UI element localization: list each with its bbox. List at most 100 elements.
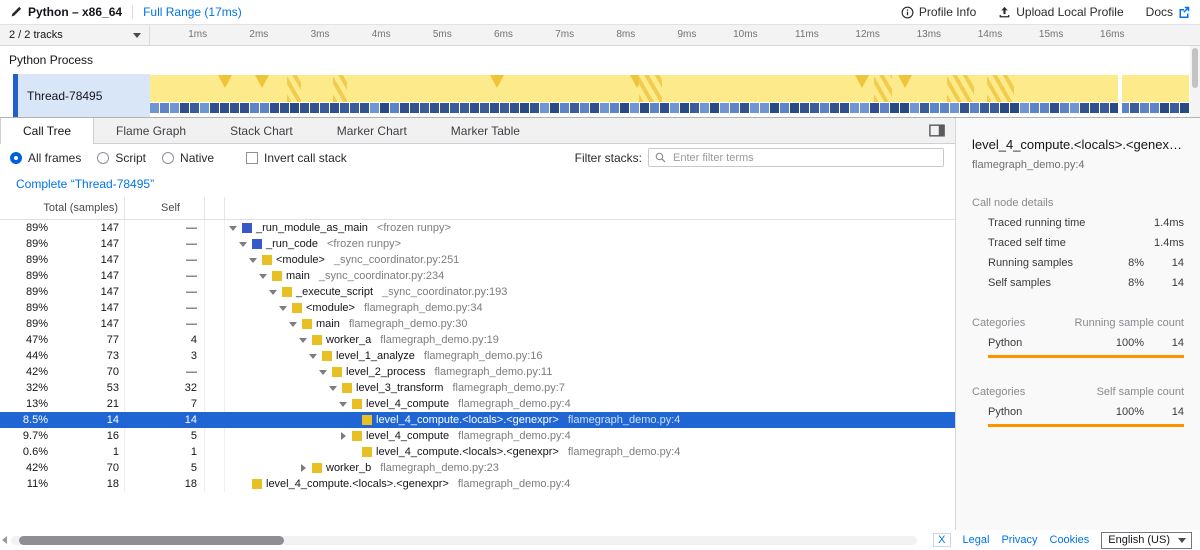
tab-marker-table[interactable]: Marker Table xyxy=(429,118,542,143)
call-tree-row[interactable]: 89%147—mainflamegraph_demo.py:30 xyxy=(0,316,955,332)
breadcrumb-complete-range[interactable]: Complete “Thread-78495” xyxy=(16,177,154,191)
horizontal-scrollbar[interactable] xyxy=(2,536,917,545)
collapse-icon[interactable] xyxy=(289,320,298,329)
call-tree-row[interactable]: 44%733level_1_analyzeflamegraph_demo.py:… xyxy=(0,348,955,364)
call-tree-row[interactable]: 13%217level_4_computeflamegraph_demo.py:… xyxy=(0,396,955,412)
call-tree-row[interactable]: 89%147—<module>_sync_coordinator.py:251 xyxy=(0,252,955,268)
collapse-icon[interactable] xyxy=(239,240,248,249)
tick-label: 5ms xyxy=(395,25,456,45)
radio-all-frames[interactable] xyxy=(10,152,22,164)
sample-segment xyxy=(570,103,579,113)
thread-track-label[interactable]: Thread-78495 xyxy=(0,74,150,117)
sample-segment xyxy=(220,103,229,113)
footer-link-cookies[interactable]: Cookies xyxy=(1050,534,1090,546)
call-tree-row[interactable]: 47%774worker_aflamegraph_demo.py:19 xyxy=(0,332,955,348)
full-range-link[interactable]: Full Range (17ms) xyxy=(143,5,242,19)
collapse-icon[interactable] xyxy=(249,256,258,265)
frame-name: level_2_process xyxy=(346,366,426,378)
invert-call-stack-label[interactable]: Invert call stack xyxy=(264,151,347,165)
tab-flame-graph[interactable]: Flame Graph xyxy=(94,118,208,143)
docs-link[interactable]: Docs xyxy=(1146,5,1190,19)
tab-call-tree[interactable]: Call Tree xyxy=(0,118,94,144)
total-samples-cell: 147 xyxy=(48,316,125,332)
sample-segment xyxy=(610,103,619,113)
tick-label: 1ms xyxy=(150,25,211,45)
info-icon xyxy=(901,6,914,19)
sidebar-toggle-button[interactable] xyxy=(929,118,945,143)
search-input[interactable] xyxy=(671,151,937,165)
collapse-icon[interactable] xyxy=(229,224,238,233)
sample-segment xyxy=(170,103,179,113)
call-tree-row[interactable]: 11%1818level_4_compute.<locals>.<genexpr… xyxy=(0,476,955,492)
call-tree-row[interactable]: 89%147—<module>flamegraph_demo.py:34 xyxy=(0,300,955,316)
call-tree-row[interactable]: 89%147—_run_code<frozen runpy> xyxy=(0,236,955,252)
tab-marker-chart[interactable]: Marker Chart xyxy=(315,118,429,143)
detail-label: Traced self time xyxy=(972,237,1102,249)
profile-info-button[interactable]: Profile Info xyxy=(901,5,976,19)
footer-close-button[interactable]: X xyxy=(933,533,950,547)
upload-profile-button[interactable]: Upload Local Profile xyxy=(998,5,1123,19)
scroll-left-arrow-icon[interactable] xyxy=(2,536,7,544)
collapse-icon[interactable] xyxy=(259,272,268,281)
collapse-icon[interactable] xyxy=(309,352,318,361)
tracks-count-dropdown[interactable]: 2 / 2 tracks xyxy=(0,25,150,45)
expand-icon[interactable] xyxy=(299,464,308,473)
self-cell: — xyxy=(125,252,205,268)
call-tree-row[interactable]: 42%70—level_2_processflamegraph_demo.py:… xyxy=(0,364,955,380)
collapse-icon[interactable] xyxy=(339,400,348,409)
tab-stack-chart[interactable]: Stack Chart xyxy=(208,118,315,143)
call-tree-row[interactable]: 89%147—_execute_script_sync_coordinator.… xyxy=(0,284,955,300)
sample-segment xyxy=(720,103,729,113)
sample-segment xyxy=(460,103,469,113)
total-percent-cell: 0.6% xyxy=(0,446,48,458)
self-cell: — xyxy=(125,284,205,300)
call-tree-row[interactable]: 8.5%1414level_4_compute.<locals>.<genexp… xyxy=(0,412,955,428)
call-tree-row[interactable]: 89%147—main_sync_coordinator.py:234 xyxy=(0,268,955,284)
call-tree-row[interactable]: 89%147—_run_module_as_main<frozen runpy> xyxy=(0,220,955,236)
thread-activity-graph[interactable] xyxy=(150,74,1200,117)
collapse-icon[interactable] xyxy=(299,336,308,345)
collapse-icon[interactable] xyxy=(329,384,338,393)
expand-icon[interactable] xyxy=(339,432,348,441)
scrollbar-track[interactable] xyxy=(11,536,917,545)
invert-call-stack-checkbox[interactable] xyxy=(246,152,258,164)
frame-cell: level_4_computeflamegraph_demo.py:4 xyxy=(225,398,955,410)
radio-script-label[interactable]: Script xyxy=(115,151,146,165)
sample-segment xyxy=(340,103,349,113)
process-track-label[interactable]: Python Process xyxy=(0,46,1200,74)
tracks-vertical-scrollbar[interactable] xyxy=(1190,46,1200,117)
language-select[interactable]: English (US) xyxy=(1101,532,1192,549)
scrollbar-thumb[interactable] xyxy=(1192,48,1198,88)
tick-label: 16ms xyxy=(1067,25,1128,45)
collapse-icon[interactable] xyxy=(269,288,278,297)
radio-native-label[interactable]: Native xyxy=(180,151,214,165)
tick-label: 10ms xyxy=(700,25,761,45)
call-tree-row[interactable]: 42%705worker_bflamegraph_demo.py:23 xyxy=(0,460,955,476)
header-self[interactable]: Self xyxy=(125,197,205,219)
spacer-cell xyxy=(205,252,225,268)
radio-all-frames-label[interactable]: All frames xyxy=(28,151,81,165)
radio-native[interactable] xyxy=(162,152,174,164)
topbar-right: Profile Info Upload Local Profile Docs xyxy=(901,5,1190,19)
category-square-icon xyxy=(332,367,342,377)
spacer-cell xyxy=(205,348,225,364)
collapse-icon[interactable] xyxy=(319,368,328,377)
sample-segment xyxy=(1100,103,1109,113)
footer-bar: X Legal Privacy Cookies English (US) xyxy=(0,530,1200,550)
footer-link-legal[interactable]: Legal xyxy=(963,534,990,546)
total-samples-cell: 77 xyxy=(48,332,125,348)
call-tree-row[interactable]: 9.7%165level_4_computeflamegraph_demo.py… xyxy=(0,428,955,444)
sample-segment xyxy=(1080,103,1089,113)
profile-name[interactable]: Python – x86_64 xyxy=(10,5,122,19)
collapse-icon[interactable] xyxy=(279,304,288,313)
scrollbar-thumb[interactable] xyxy=(19,536,284,545)
stack-search-box[interactable] xyxy=(648,148,944,167)
radio-script[interactable] xyxy=(97,152,109,164)
call-tree-row[interactable]: 32%5332level_3_transformflamegraph_demo.… xyxy=(0,380,955,396)
sample-segment xyxy=(210,103,219,113)
category-square-icon xyxy=(322,351,332,361)
header-total-samples[interactable]: Total (samples) xyxy=(0,197,125,219)
footer-link-privacy[interactable]: Privacy xyxy=(1001,534,1037,546)
call-tree-row[interactable]: 0.6%11level_4_compute.<locals>.<genexpr>… xyxy=(0,444,955,460)
self-cell: — xyxy=(125,364,205,380)
